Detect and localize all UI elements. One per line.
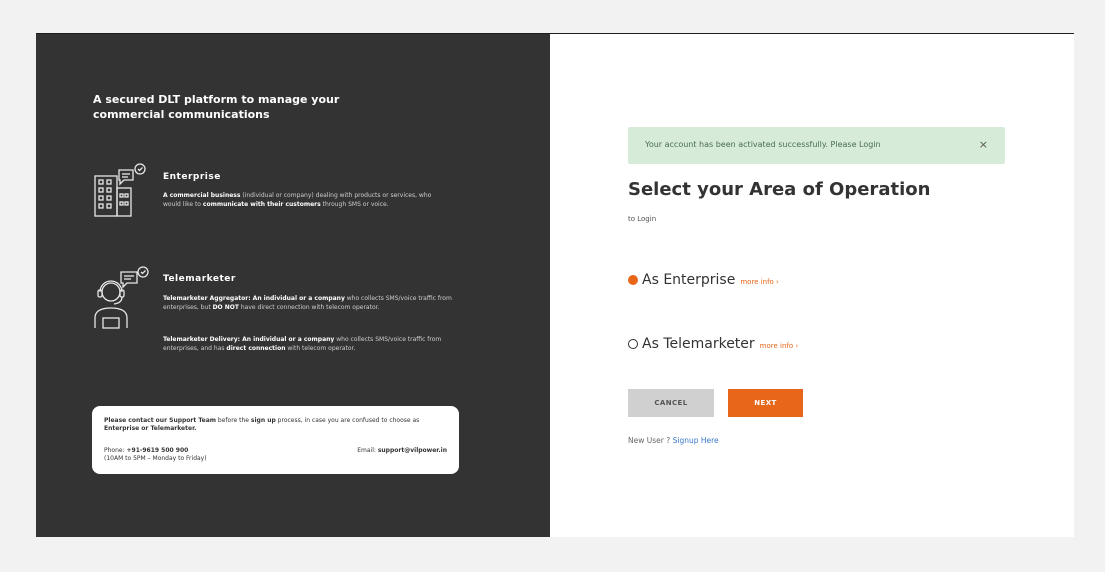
login-panel: Your account has been activated successf… <box>550 34 1074 537</box>
cancel-button[interactable]: CANCEL <box>628 389 714 417</box>
radio-checked-icon[interactable] <box>628 275 638 285</box>
more-info-link-enterprise[interactable]: more info › <box>740 278 779 286</box>
telemarketer-aggregator-description: Telemarketer Aggregator: An individual o… <box>163 295 452 311</box>
enterprise-description: A commercial business (individual or com… <box>163 192 432 208</box>
telemarketer-delivery-description: Telemarketer Delivery: An individual or … <box>163 336 442 352</box>
page-subtitle: to Login <box>628 215 657 223</box>
new-user-prompt: New User ? Signup Here <box>628 436 719 445</box>
headset-agent-icon <box>94 266 149 329</box>
support-email: Email: support@vilpower.in <box>357 447 447 454</box>
support-phone: Phone: +91-9619 500 900 (10AM to 5PM – Mo… <box>104 447 207 462</box>
radio-unchecked-icon[interactable] <box>628 339 638 349</box>
radio-option-telemarketer[interactable]: As Telemarketer more info › <box>628 336 798 352</box>
more-info-link-telemarketer[interactable]: more info › <box>760 342 799 350</box>
signup-link[interactable]: Signup Here <box>673 436 719 445</box>
support-box: Please contact our Support Team before t… <box>92 406 459 474</box>
tagline: A secured DLT platform to manage your co… <box>93 93 340 121</box>
telemarketer-title: Telemarketer <box>163 274 236 284</box>
info-panel: A secured DLT platform to manage your co… <box>36 34 550 537</box>
option-label-enterprise: As Enterprise <box>642 272 736 288</box>
option-label-telemarketer: As Telemarketer <box>642 336 755 352</box>
radio-option-enterprise[interactable]: As Enterprise more info › <box>628 272 779 288</box>
enterprise-title: Enterprise <box>163 172 221 182</box>
support-message: Please contact our Support Team before t… <box>104 417 420 432</box>
success-alert: Your account has been activated successf… <box>628 127 1005 164</box>
next-button[interactable]: NEXT <box>728 389 803 417</box>
alert-message: Your account has been activated successf… <box>645 140 881 149</box>
close-icon[interactable]: × <box>979 138 988 151</box>
building-chat-icon <box>94 163 146 217</box>
page-title: Select your Area of Operation <box>628 179 931 200</box>
